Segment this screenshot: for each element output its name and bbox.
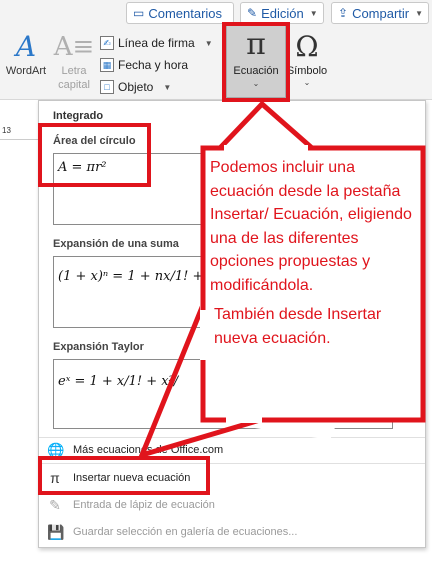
highlight-insert-new-equation <box>38 456 210 495</box>
card-title-taylor: Expansión Taylor <box>53 341 144 353</box>
calendar-icon: ▦ <box>100 58 114 72</box>
signature-icon: ✍ <box>100 36 114 50</box>
comments-label: Comentarios <box>148 5 223 21</box>
signature-line-button[interactable]: ✍ Línea de firma ▼ <box>100 32 213 54</box>
highlight-equation-button <box>222 22 290 102</box>
divider <box>39 437 425 438</box>
symbol-label: Símbolo <box>286 65 328 77</box>
signature-line-label: Línea de firma <box>118 36 195 50</box>
comment-icon: ▭ <box>133 6 145 20</box>
text-group: ✍ Línea de firma ▼ ▦ Fecha y hora □ Obje… <box>100 32 213 98</box>
omega-icon: Ω <box>295 30 319 63</box>
wordart-icon: A <box>15 30 37 63</box>
ink-equation-label: Entrada de lápiz de ecuación <box>73 499 215 511</box>
object-label: Objeto <box>118 80 154 94</box>
chevron-down-icon: ⌄ <box>303 78 311 87</box>
object-button[interactable]: □ Objeto ▼ <box>100 76 213 98</box>
gallery-section-title: Integrado <box>53 110 104 122</box>
ruler-number: 13 <box>2 126 11 135</box>
save-icon: 💾 <box>47 524 65 540</box>
highlight-area-card <box>38 123 151 187</box>
ruler: 13 <box>0 124 40 140</box>
object-icon: □ <box>100 80 114 94</box>
wordart-button[interactable]: A WordArt <box>2 30 50 78</box>
pencil-icon: ✎ <box>247 6 258 20</box>
equation-preview: eˣ = 1 + x/1! + x²/ <box>58 374 179 389</box>
save-to-gallery-label: Guardar selección en galería de ecuacion… <box>73 526 298 538</box>
edit-label: Edición <box>261 5 304 21</box>
chevron-down-icon: ▼ <box>204 38 213 48</box>
ink-equation-item[interactable]: ✎ Entrada de lápiz de ecuación <box>47 494 417 516</box>
callout-paragraph-2: También desde Insertar nueva ecuación. <box>214 306 382 347</box>
share-button[interactable]: ⇪ Compartir ▼ <box>331 2 429 24</box>
symbol-button[interactable]: Ω Símbolo ⌄ <box>284 30 330 87</box>
wordart-label: WordArt <box>5 65 47 77</box>
card-title-sum: Expansión de una suma <box>53 238 179 250</box>
share-icon: ⇪ <box>338 6 349 20</box>
date-time-label: Fecha y hora <box>118 58 189 72</box>
drop-cap-label-2: capital <box>58 79 90 91</box>
drop-cap-icon: A≡ <box>53 32 95 62</box>
share-label: Compartir <box>352 5 410 21</box>
edit-button[interactable]: ✎ Edición ▼ <box>240 2 324 24</box>
callout-paragraph-1: Podemos incluir una ecuación desde la pe… <box>210 159 412 294</box>
callout-text: Podemos incluir una ecuación desde la pe… <box>210 156 416 350</box>
equation-card-taylor[interactable]: eˣ = 1 + x/1! + x²/ <box>53 359 393 429</box>
chevron-down-icon: ▼ <box>163 82 172 92</box>
ribbon: ▭ Comentarios ✎ Edición ▼ ⇪ Compartir ▼ … <box>0 0 432 100</box>
chevron-down-icon: ▼ <box>309 8 318 18</box>
drop-cap-button[interactable]: A≡ Letra capital <box>52 30 96 92</box>
save-to-gallery-item[interactable]: 💾 Guardar selección en galería de ecuaci… <box>47 521 417 543</box>
chevron-down-icon: ▼ <box>415 8 424 18</box>
equation-preview: (1 + x)ⁿ = 1 + nx/1! + n <box>58 269 216 284</box>
pen-icon: ✎ <box>49 497 61 513</box>
comments-button[interactable]: ▭ Comentarios <box>126 2 234 24</box>
more-equations-label: Más ecuaciones de Office.com <box>73 444 224 456</box>
date-time-button[interactable]: ▦ Fecha y hora <box>100 54 213 76</box>
drop-cap-label-1: Letra <box>61 65 87 77</box>
